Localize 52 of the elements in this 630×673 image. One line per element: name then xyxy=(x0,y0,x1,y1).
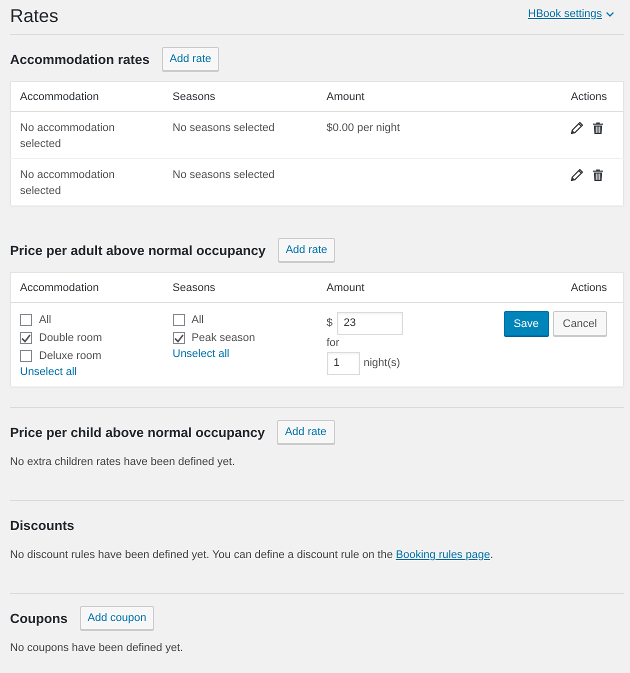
checkbox[interactable] xyxy=(172,332,184,344)
add-button[interactable]: Add coupon xyxy=(80,606,154,630)
unselect-all-link[interactable]: Unselect all xyxy=(172,348,230,360)
empty-message: No coupons have been defined yet. xyxy=(10,641,184,656)
checkbox-label[interactable]: All xyxy=(192,312,204,328)
checkbox-label[interactable]: All xyxy=(39,312,52,328)
checkbox-label[interactable]: Double room xyxy=(39,330,102,346)
table-cell-text: No seasons selected xyxy=(172,121,276,136)
table-cell-text: No accommodation selected xyxy=(20,121,116,152)
checkbox-label[interactable]: Peak season xyxy=(192,330,256,346)
booking-rules-link[interactable]: Booking rules page xyxy=(396,549,490,561)
checkbox[interactable] xyxy=(172,314,184,326)
table-cell-text: $0.00 per night xyxy=(326,121,401,136)
checkbox[interactable] xyxy=(20,332,32,344)
page-title: Rates xyxy=(10,5,58,27)
nights-label: night(s) xyxy=(364,356,400,371)
add-button[interactable]: Add rate xyxy=(162,47,220,71)
cancel-button[interactable]: Cancel xyxy=(552,311,607,336)
empty-message: No discount rules have been defined yet. You can define a discount rule on the Booking rules page. xyxy=(10,548,494,563)
settings-link[interactable]: HBook settings xyxy=(528,8,614,20)
trash-icon[interactable] xyxy=(592,169,604,181)
section-heading: Discounts xyxy=(10,518,74,532)
pencil-icon[interactable] xyxy=(571,122,583,134)
table-cell-text: No seasons selected xyxy=(172,168,276,183)
column-header: Amount xyxy=(326,282,364,294)
checkbox[interactable] xyxy=(20,350,32,362)
checkbox-label[interactable]: Deluxe room xyxy=(39,348,102,364)
column-header: Actions xyxy=(570,282,607,294)
column-header: Seasons xyxy=(172,282,216,294)
table-cell-text: No accommodation selected xyxy=(20,168,116,199)
section-heading: Accommodation rates xyxy=(10,52,150,66)
amount-field[interactable]: 23 xyxy=(336,312,403,334)
currency-symbol: $ xyxy=(326,316,333,331)
empty-message: No extra children rates have been defined yet. xyxy=(10,455,236,470)
section-heading: Coupons xyxy=(10,610,68,626)
trash-icon[interactable] xyxy=(592,122,604,134)
column-header: Accommodation xyxy=(20,282,99,294)
save-button[interactable]: Save xyxy=(504,311,549,336)
column-header: Accommodation xyxy=(20,90,99,102)
section-heading: Price per child above normal occupancy xyxy=(10,424,265,440)
nights-field[interactable]: 1 xyxy=(326,352,360,374)
section-heading: Price per adult above normal occupancy xyxy=(10,242,266,258)
add-button[interactable]: Add rate xyxy=(278,238,336,262)
for-label: for xyxy=(326,337,340,349)
checkbox[interactable] xyxy=(20,314,32,326)
column-header: Amount xyxy=(326,90,364,102)
chevron-down-icon xyxy=(606,12,614,16)
column-header: Seasons xyxy=(172,90,216,102)
unselect-all-link[interactable]: Unselect all xyxy=(20,366,77,378)
add-button[interactable]: Add rate xyxy=(276,420,335,444)
pencil-icon[interactable] xyxy=(571,169,583,181)
column-header: Actions xyxy=(570,90,607,102)
